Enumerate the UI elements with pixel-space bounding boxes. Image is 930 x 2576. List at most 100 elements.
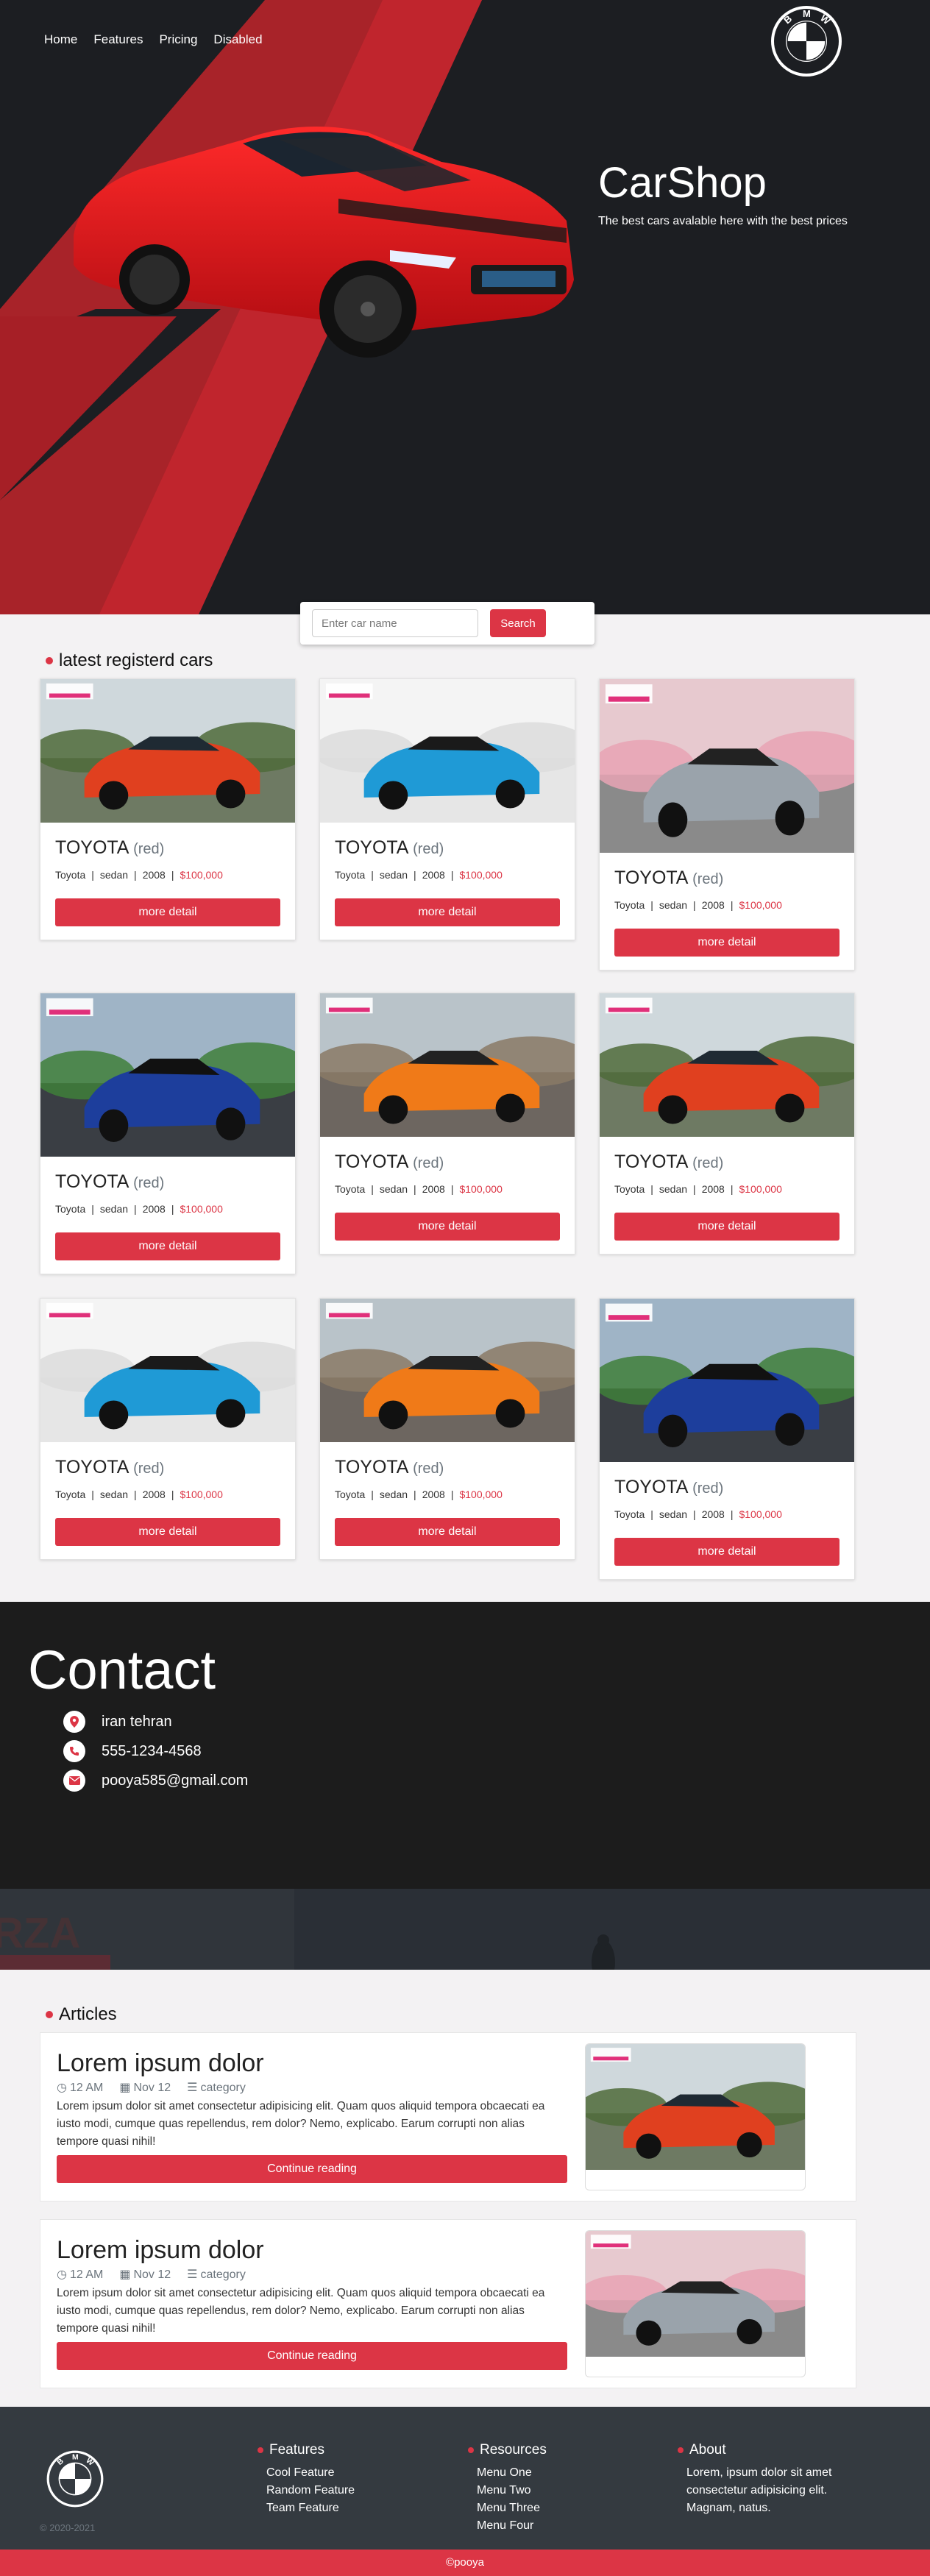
search-button[interactable]: Search xyxy=(490,609,546,637)
car-card-body: TOYOTA (red) Toyota | sedan | 2008 | $100,0… xyxy=(600,1137,854,1254)
car-image[interactable] xyxy=(40,1299,295,1442)
footer-link[interactable]: Menu Three xyxy=(477,2499,547,2517)
car-brand: Toyota xyxy=(335,1489,366,1500)
main-nav: Home Features Pricing Disabled xyxy=(44,32,263,47)
cars-section-heading: latest registerd cars xyxy=(46,650,213,671)
article-image[interactable] xyxy=(585,2230,806,2377)
more-detail-button[interactable]: more detail xyxy=(614,929,840,957)
article-image[interactable] xyxy=(585,2043,806,2190)
footer-link[interactable]: Random Feature xyxy=(266,2482,355,2499)
article-meta: ◷ 12 AM ▦ Nov 12 ☰ category xyxy=(57,2080,246,2095)
car-image[interactable] xyxy=(600,1299,854,1462)
decorative-banner: RZA xyxy=(0,1889,930,1970)
footer-about-title: About xyxy=(678,2442,841,2458)
car-image[interactable] xyxy=(600,993,854,1137)
footer-link[interactable]: Menu Four xyxy=(477,2517,547,2535)
clock-icon: ◷ xyxy=(57,2082,67,2094)
car-make: TOYOTA xyxy=(614,1477,688,1497)
car-image[interactable] xyxy=(40,993,295,1157)
search-input[interactable] xyxy=(312,609,478,637)
car-card-body: TOYOTA (red) Toyota | sedan | 2008 | $100,0… xyxy=(600,1462,854,1579)
hero-car-image xyxy=(74,127,574,358)
footer-resources-title-text: Resources xyxy=(480,2442,547,2458)
car-card-body: TOYOTA (red) Toyota | sedan | 2008 | $100,0… xyxy=(320,1137,575,1254)
meta-separator: | xyxy=(693,1508,696,1520)
car-card: TOYOTA (red) Toyota | sedan | 2008 | $100,0… xyxy=(599,1298,855,1580)
car-price: $100,000 xyxy=(459,1489,503,1500)
article-title[interactable]: Lorem ipsum dolor xyxy=(57,2236,264,2265)
article-time: ◷ 12 AM xyxy=(57,2267,103,2282)
meta-separator: | xyxy=(693,1183,696,1195)
car-type: sedan xyxy=(99,869,129,881)
article-date-text: Nov 12 xyxy=(133,2268,171,2281)
article-card: Lorem ipsum dolor ◷ 12 AM ▦ Nov 12 ☰ catego… xyxy=(40,2219,856,2388)
article-excerpt: Lorem ipsum dolor sit amet consectetur a… xyxy=(57,2100,545,2148)
meta-separator: | xyxy=(371,1489,374,1500)
heading-dot xyxy=(468,2447,474,2453)
nav-features[interactable]: Features xyxy=(93,32,143,47)
calendar-icon: ▦ xyxy=(119,2082,131,2094)
more-detail-button[interactable]: more detail xyxy=(55,1518,280,1546)
meta-separator: | xyxy=(450,1489,454,1500)
car-title: TOYOTA (red) xyxy=(614,867,840,889)
more-detail-button[interactable]: more detail xyxy=(335,1518,560,1546)
car-title: TOYOTA (red) xyxy=(614,1477,840,1498)
more-detail-button[interactable]: more detail xyxy=(55,898,280,926)
car-title: TOYOTA (red) xyxy=(55,837,280,859)
more-detail-button[interactable]: more detail xyxy=(335,898,560,926)
footer-link[interactable]: Menu Two xyxy=(477,2482,547,2499)
car-photo xyxy=(586,2044,805,2171)
car-image[interactable] xyxy=(40,679,295,823)
car-brand: Toyota xyxy=(335,869,366,881)
contact-phone: 555-1234-4568 xyxy=(63,1740,202,1762)
contact-phone-text[interactable]: 555-1234-4568 xyxy=(102,1743,202,1760)
more-detail-button[interactable]: more detail xyxy=(614,1213,840,1241)
car-image[interactable] xyxy=(600,679,854,853)
nav-pricing[interactable]: Pricing xyxy=(159,32,197,47)
car-image[interactable] xyxy=(320,679,575,823)
car-year: 2008 xyxy=(422,869,445,881)
car-image[interactable] xyxy=(320,1299,575,1442)
car-card: TOYOTA (red) Toyota | sedan | 2008 | $100,0… xyxy=(599,678,855,971)
car-price: $100,000 xyxy=(180,869,223,881)
car-brand: Toyota xyxy=(614,1183,645,1195)
car-type: sedan xyxy=(379,1489,408,1500)
meta-separator: | xyxy=(91,1203,94,1215)
contact-section: Contact iran tehran 555-1234-4568 pooya5… xyxy=(0,1602,930,1889)
bmw-logo[interactable]: B M W xyxy=(770,4,843,78)
car-color: (red) xyxy=(692,1155,724,1171)
nav-disabled: Disabled xyxy=(213,32,263,46)
continue-reading-button[interactable]: Continue reading xyxy=(57,2155,567,2183)
footer-link[interactable]: Menu One xyxy=(477,2464,547,2482)
hero-subtitle: The best cars avalable here with the bes… xyxy=(598,215,848,227)
footer-link[interactable]: Team Feature xyxy=(266,2499,355,2517)
more-detail-button[interactable]: more detail xyxy=(55,1232,280,1260)
car-image[interactable] xyxy=(320,993,575,1137)
phone-icon xyxy=(63,1740,85,1762)
footer-bmw-logo[interactable]: B M W xyxy=(46,2449,104,2508)
more-detail-button[interactable]: more detail xyxy=(614,1538,840,1566)
car-photo xyxy=(600,1299,854,1462)
footer-link[interactable]: Cool Feature xyxy=(266,2464,355,2482)
list-icon: ☰ xyxy=(187,2082,198,2094)
footer: B M W © 2020-2021 Features Cool Feature … xyxy=(0,2407,930,2550)
car-card: TOYOTA (red) Toyota | sedan | 2008 | $100,0… xyxy=(40,993,296,1274)
car-title: TOYOTA (red) xyxy=(55,1457,280,1478)
car-brand: Toyota xyxy=(55,869,86,881)
car-card-body: TOYOTA (red) Toyota | sedan | 2008 | $100,0… xyxy=(40,823,295,940)
article-title[interactable]: Lorem ipsum dolor xyxy=(57,2049,264,2078)
meta-separator: | xyxy=(413,869,416,881)
meta-separator: | xyxy=(413,1489,416,1500)
contact-email-text[interactable]: pooya585@gmail.com xyxy=(102,1773,248,1789)
article-time-text: 12 AM xyxy=(69,2268,104,2281)
footer-resources-column: Resources Menu One Menu Two Menu Three M… xyxy=(468,2442,547,2535)
nav-home[interactable]: Home xyxy=(44,32,77,47)
car-color: (red) xyxy=(413,841,444,857)
more-detail-button[interactable]: more detail xyxy=(335,1213,560,1241)
car-meta: Toyota | sedan | 2008 | $100,000 xyxy=(614,899,840,911)
continue-reading-button[interactable]: Continue reading xyxy=(57,2342,567,2370)
car-brand: Toyota xyxy=(614,1508,645,1520)
car-title: TOYOTA (red) xyxy=(335,837,560,859)
car-card: TOYOTA (red) Toyota | sedan | 2008 | $100,0… xyxy=(319,1298,575,1560)
calendar-icon: ▦ xyxy=(119,2268,131,2281)
